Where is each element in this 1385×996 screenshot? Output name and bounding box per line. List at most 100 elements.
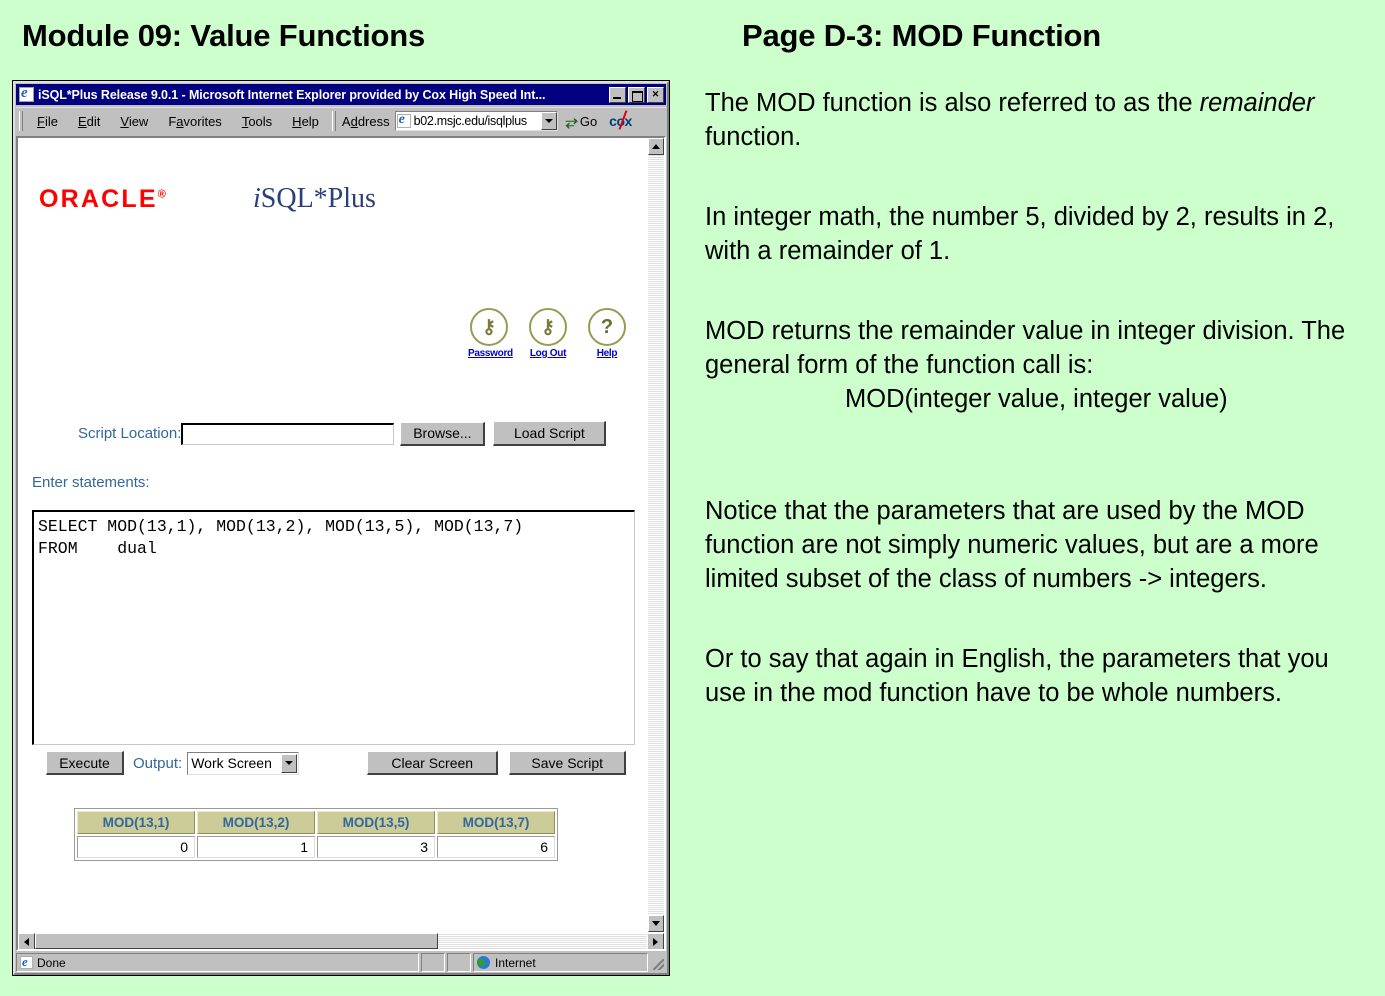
address-value: b02.msjc.edu/isqlplus xyxy=(413,114,528,128)
results-header: MOD(13,1) MOD(13,2) MOD(13,5) MOD(13,7) xyxy=(77,811,555,834)
note-paragraph-2: In integer math, the number 5, divided b… xyxy=(705,203,1335,265)
isqlplus-logo-rest: SQL*Plus xyxy=(260,183,376,214)
arrow-down-icon xyxy=(652,921,660,926)
menu-item-edit[interactable]: Edit xyxy=(68,112,110,131)
scroll-right-button[interactable] xyxy=(647,933,664,949)
browser-viewport: ORACLE® iSQL*Plus ⚷ Password ⚷ Log Out ?… xyxy=(16,136,666,951)
close-button[interactable]: ✕ xyxy=(647,86,664,103)
minimize-button[interactable] xyxy=(609,86,626,103)
results-column-header: MOD(13,2) xyxy=(197,811,315,834)
query-results-table: MOD(13,1) MOD(13,2) MOD(13,5) MOD(13,7) … xyxy=(74,808,558,861)
go-button[interactable]: ⥂ Go xyxy=(565,112,598,130)
isqlplus-logo-i: i xyxy=(253,183,261,214)
execute-button[interactable]: Execute xyxy=(46,751,124,775)
browser-toolbar: File Edit View Favorites Tools Help Addr… xyxy=(16,107,666,134)
script-location-input[interactable] xyxy=(181,422,395,445)
horizontal-scrollbar[interactable] xyxy=(18,932,664,949)
output-select[interactable]: Work Screen xyxy=(187,751,300,775)
results-cell: 6 xyxy=(437,836,555,858)
notes-column: The MOD function is also referred to as … xyxy=(705,86,1365,710)
arrow-up-icon xyxy=(652,144,660,149)
note-paragraph-5: Or to say that again in English, the par… xyxy=(705,645,1329,707)
scroll-down-button[interactable] xyxy=(648,915,664,932)
key-glyph-icon: ⚷ xyxy=(482,316,496,338)
output-select-value: Work Screen xyxy=(191,755,272,771)
results-cell: 1 xyxy=(197,836,315,858)
vertical-scrollbar[interactable] xyxy=(647,138,664,932)
menu-item-view[interactable]: View xyxy=(110,112,158,131)
status-zone-text: Internet xyxy=(495,955,536,970)
address-input[interactable]: b02.msjc.edu/isqlplus xyxy=(394,111,558,131)
scroll-left-button[interactable] xyxy=(18,933,35,949)
maximize-button[interactable] xyxy=(628,86,645,103)
vertical-scroll-track[interactable] xyxy=(648,155,664,915)
logout-label: Log Out xyxy=(529,348,567,359)
script-location-row: Script Location: Browse... Load Script xyxy=(18,421,647,446)
horizontal-scroll-track[interactable] xyxy=(438,933,647,949)
menu-item-file[interactable]: File xyxy=(27,112,68,131)
menu-bar: File Edit View Favorites Tools Help xyxy=(27,112,329,131)
help-tool[interactable]: ? Help xyxy=(586,308,628,359)
script-location-label: Script Location: xyxy=(78,425,182,442)
load-script-button[interactable]: Load Script xyxy=(493,421,607,446)
save-script-button[interactable]: Save Script xyxy=(509,751,627,775)
results-header-row: MOD(13,1) MOD(13,2) MOD(13,5) MOD(13,7) xyxy=(77,811,555,834)
clear-screen-button[interactable]: Clear Screen xyxy=(367,751,499,775)
slide-root: Module 09: Value Functions Page D-3: MOD… xyxy=(0,0,1385,996)
browser-title-bar[interactable]: iSQL*Plus Release 9.0.1 - Microsoft Inte… xyxy=(16,84,666,105)
address-bar-label: Address xyxy=(341,113,390,129)
sql-statement-textarea[interactable]: SELECT MOD(13,1), MOD(13,2), MOD(13,5), … xyxy=(32,510,635,745)
results-cell: 0 xyxy=(77,836,195,858)
table-row: 0 1 3 6 xyxy=(77,836,555,858)
note-paragraph-3: MOD returns the remainder value in integ… xyxy=(705,317,1346,379)
question-glyph-icon: ? xyxy=(600,315,614,338)
status-pane-2 xyxy=(421,953,445,972)
password-tool[interactable]: ⚷ Password xyxy=(468,308,513,359)
status-zone-pane: Internet xyxy=(473,953,648,972)
results-cell: 3 xyxy=(317,836,435,858)
page-title-right: Page D-3: MOD Function xyxy=(742,18,1101,53)
page-icon xyxy=(396,112,411,128)
go-label: Go xyxy=(579,113,598,129)
output-select-arrow[interactable] xyxy=(281,753,298,773)
address-dropdown-button[interactable] xyxy=(540,112,557,130)
oracle-logo: ORACLE® xyxy=(39,185,168,214)
menu-item-tools[interactable]: Tools xyxy=(232,112,282,131)
oracle-logo-text: ORACLE xyxy=(39,185,158,213)
window-controls: ✕ xyxy=(609,86,664,103)
arrow-left-icon xyxy=(24,937,29,946)
browser-status-bar: Done Internet xyxy=(16,953,666,972)
output-label: Output: xyxy=(133,754,183,772)
logout-tool[interactable]: ⚷ Log Out xyxy=(527,308,569,359)
resize-grip[interactable] xyxy=(650,953,666,972)
note-p1-part-a: The MOD function is also referred to as … xyxy=(705,89,1200,117)
help-question-icon: ? xyxy=(588,308,626,346)
logout-key-icon: ⚷ xyxy=(529,308,567,346)
go-arrow-icon: ⥂ xyxy=(565,112,578,129)
oracle-trademark-icon: ® xyxy=(157,188,169,201)
arrow-right-icon xyxy=(653,937,658,946)
status-page-icon xyxy=(20,954,33,969)
note-p1-italic: remainder xyxy=(1199,89,1315,117)
toolbar-grip-menu[interactable] xyxy=(19,111,23,131)
menu-item-help[interactable]: Help xyxy=(282,112,329,131)
scroll-up-button[interactable] xyxy=(648,138,664,155)
note-p1-part-b: function. xyxy=(705,123,802,151)
menu-item-favorites[interactable]: Favorites xyxy=(158,112,231,131)
enter-statements-label: Enter statements: xyxy=(32,474,150,491)
status-text: Done xyxy=(37,955,66,970)
status-done-pane: Done xyxy=(16,953,419,972)
results-body: 0 1 3 6 xyxy=(77,836,555,858)
toolbar-grip-address[interactable] xyxy=(331,111,336,131)
chevron-down-icon xyxy=(285,761,294,765)
horizontal-scroll-thumb[interactable] xyxy=(35,933,438,949)
browser-window-frame: iSQL*Plus Release 9.0.1 - Microsoft Inte… xyxy=(13,81,669,975)
help-label: Help xyxy=(596,348,618,359)
browse-button[interactable]: Browse... xyxy=(400,421,486,446)
results-column-header: MOD(13,5) xyxy=(317,811,435,834)
note-paragraph-1: The MOD function is also referred to as … xyxy=(705,86,1365,154)
browser-window: iSQL*Plus Release 9.0.1 - Microsoft Inte… xyxy=(12,80,670,976)
